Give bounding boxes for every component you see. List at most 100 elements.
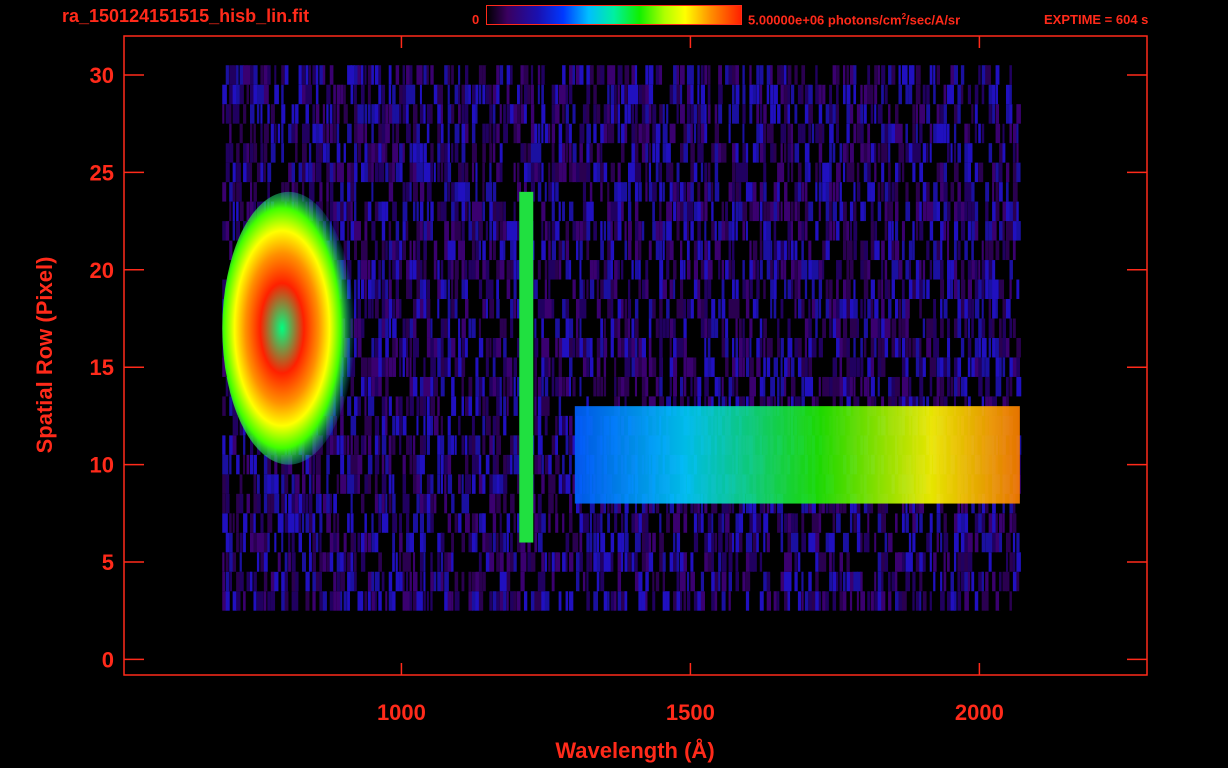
noise-cell <box>426 279 431 300</box>
noise-cell <box>381 201 386 222</box>
noise-cell <box>787 84 791 105</box>
noise-cell <box>579 532 583 553</box>
noise-cell <box>347 123 352 144</box>
noise-cell <box>690 201 694 222</box>
noise-cell <box>392 435 396 455</box>
noise-cell <box>808 376 814 397</box>
noise-cell <box>884 143 888 163</box>
noise-cell <box>593 513 597 533</box>
noise-cell <box>555 376 559 397</box>
noise-cell <box>863 240 868 261</box>
noise-cell <box>246 123 249 144</box>
noise-cell <box>603 357 607 377</box>
noise-cell <box>236 493 241 514</box>
noise-cell <box>586 84 591 105</box>
noise-cell <box>308 65 312 85</box>
noise-cell <box>1005 532 1011 553</box>
noise-cell <box>933 201 938 222</box>
noise-cell <box>950 123 953 144</box>
noise-cell <box>471 104 476 124</box>
noise-cell <box>1005 162 1010 183</box>
noise-cell <box>586 552 590 572</box>
noise-cell <box>596 299 601 319</box>
noise-cell <box>392 123 395 144</box>
noise-cell <box>794 221 797 241</box>
noise-cell <box>378 337 383 358</box>
noise-cell <box>475 493 480 514</box>
noise-cell <box>374 318 378 338</box>
noise-cell <box>676 104 679 124</box>
noise-cell <box>825 162 830 183</box>
noise-cell <box>759 201 763 222</box>
noise-cell <box>846 571 851 592</box>
noise-cell <box>409 435 413 455</box>
noise-cell <box>447 513 452 533</box>
noise-cell <box>534 123 538 144</box>
noise-cell <box>461 104 465 124</box>
noise-cell <box>801 240 804 261</box>
noise-cell <box>350 513 354 533</box>
noise-cell <box>683 376 687 397</box>
noise-cell <box>367 84 371 105</box>
noise-cell <box>1012 84 1016 105</box>
noise-cell <box>288 532 291 553</box>
noise-cell <box>465 221 469 241</box>
noise-cell <box>395 396 399 416</box>
noise-cell <box>582 513 587 533</box>
noise-cell <box>423 337 427 358</box>
noise-cell <box>426 396 430 416</box>
noise-cell <box>451 240 456 261</box>
noise-cell <box>374 571 380 592</box>
noise-cell <box>714 591 718 611</box>
noise-cell <box>804 143 810 163</box>
noise-cell <box>610 65 616 85</box>
noise-cell <box>305 65 309 85</box>
noise-cell <box>291 513 295 533</box>
noise-cell <box>298 65 302 85</box>
noise-cell <box>399 299 402 319</box>
noise-cell <box>399 337 403 358</box>
noise-cell <box>454 357 458 377</box>
noise-cell <box>523 143 527 163</box>
noise-cell <box>763 162 767 183</box>
noise-cell <box>756 279 760 300</box>
noise-cell <box>225 143 230 163</box>
noise-cell <box>534 318 537 338</box>
noise-cell <box>638 221 642 241</box>
noise-cell <box>579 318 582 338</box>
noise-cell <box>763 143 766 163</box>
noise-cell <box>416 474 421 494</box>
noise-cell <box>354 123 358 144</box>
noise-cell <box>808 240 812 261</box>
noise-cell <box>381 454 385 475</box>
noise-cell <box>461 143 466 163</box>
noise-cell <box>860 299 863 319</box>
noise-cell <box>295 591 299 611</box>
noise-cell <box>291 474 295 494</box>
noise-cell <box>513 376 516 397</box>
noise-cell <box>787 201 791 222</box>
noise-cell <box>586 279 589 300</box>
noise-cell <box>222 591 227 611</box>
noise-cell <box>832 65 837 85</box>
noise-cell <box>777 376 780 397</box>
noise-cell <box>593 182 596 202</box>
noise-cell <box>319 552 324 572</box>
noise-cell <box>957 376 961 397</box>
noise-cell <box>680 571 684 592</box>
noise-cell <box>527 591 531 611</box>
noise-cell <box>492 591 497 611</box>
noise-cell <box>236 571 241 592</box>
noise-cell <box>471 162 475 183</box>
noise-cell <box>690 376 693 397</box>
noise-cell <box>697 279 701 300</box>
noise-cell <box>995 201 1000 222</box>
noise-cell <box>849 162 855 183</box>
noise-cell <box>981 571 984 592</box>
noise-cell <box>634 221 639 241</box>
noise-cell <box>367 279 372 300</box>
noise-cell <box>569 493 573 514</box>
noise-cell <box>256 513 261 533</box>
noise-cell <box>936 260 941 280</box>
noise-cell <box>402 201 408 222</box>
